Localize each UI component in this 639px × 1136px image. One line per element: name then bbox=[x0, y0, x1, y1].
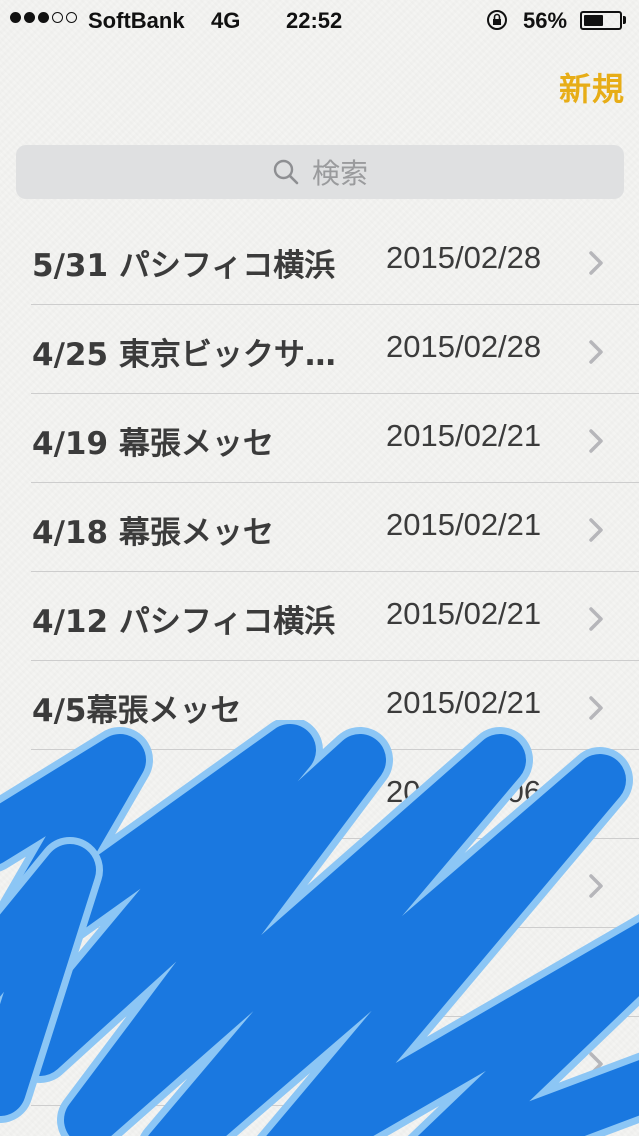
chevron-right-icon bbox=[589, 696, 603, 720]
clock: 22:52 bbox=[286, 8, 343, 33]
battery-percent: 56% bbox=[523, 8, 568, 33]
list-item-date: 2015/02/21 bbox=[386, 507, 542, 542]
list-item[interactable]: 4/5幕張メッセ 2015/02/21 bbox=[0, 661, 639, 750]
list-item-date: 2014 bbox=[386, 863, 455, 898]
chevron-right-icon bbox=[589, 1052, 603, 1076]
rotation-lock-icon bbox=[487, 10, 507, 30]
list-item[interactable]: 4/12 パシフィコ横浜 2015/02/21 bbox=[0, 572, 639, 661]
search-icon bbox=[273, 159, 299, 185]
chevron-right-icon bbox=[589, 429, 603, 453]
list-item[interactable]: 4/19 幕張メッセ 2015/02/21 bbox=[0, 394, 639, 483]
chevron-right-icon bbox=[589, 518, 603, 542]
battery-icon bbox=[580, 11, 622, 30]
chevron-right-icon bbox=[589, 874, 603, 898]
chevron-right-icon bbox=[589, 607, 603, 631]
list-item-title: 4/25 東京ビックサ… bbox=[32, 337, 336, 373]
list-item-title: 4/18 幕張メッセ bbox=[32, 515, 274, 551]
list-item-date: 2015/02/28 bbox=[386, 240, 542, 275]
note-list: 5/31 パシフィコ横浜 2015/02/28 4/25 東京ビックサ… 201… bbox=[0, 216, 639, 1106]
status-bar: SoftBank 4G 22:52 56% bbox=[0, 0, 639, 40]
chevron-right-icon bbox=[589, 785, 603, 809]
list-item-date: 2015/02/21 bbox=[386, 596, 542, 631]
list-item[interactable]: 2015/02/06 bbox=[0, 750, 639, 839]
list-item-date: 2015/02/21 bbox=[386, 418, 542, 453]
list-item-date: 2015/02/21 bbox=[386, 685, 542, 720]
list-item[interactable]: 8 bbox=[0, 928, 639, 1017]
search-input[interactable]: 検索 bbox=[16, 145, 624, 199]
list-item[interactable]: 2014 bbox=[0, 839, 639, 928]
new-button[interactable]: 新規 bbox=[559, 64, 625, 110]
list-item-title: 4/19 幕張メッセ bbox=[32, 426, 274, 462]
list-item-date: 2015/02/06 bbox=[386, 774, 542, 809]
list-item-date: 8 bbox=[386, 952, 404, 987]
network-type: 4G bbox=[211, 8, 241, 33]
signal-strength-icon bbox=[10, 12, 77, 23]
list-item[interactable]: 4/25 東京ビックサ… 2015/02/28 bbox=[0, 305, 639, 394]
chevron-right-icon bbox=[589, 340, 603, 364]
list-item-date: 2015/02/28 bbox=[386, 329, 542, 364]
list-item-title: 4/5幕張メッセ bbox=[32, 693, 242, 729]
list-item-title: 5/31 パシフィコ横浜 bbox=[32, 248, 336, 284]
chevron-right-icon bbox=[589, 963, 603, 987]
carrier-name: SoftBank bbox=[88, 8, 185, 33]
list-item-date: 7 bbox=[386, 1041, 404, 1076]
list-item[interactable]: 7 bbox=[0, 1017, 639, 1106]
chevron-right-icon bbox=[589, 251, 603, 275]
list-item[interactable]: 5/31 パシフィコ横浜 2015/02/28 bbox=[0, 216, 639, 305]
search-placeholder: 検索 bbox=[311, 157, 368, 190]
list-item[interactable]: 4/18 幕張メッセ 2015/02/21 bbox=[0, 483, 639, 572]
list-item-title: 4/12 パシフィコ横浜 bbox=[32, 604, 336, 640]
